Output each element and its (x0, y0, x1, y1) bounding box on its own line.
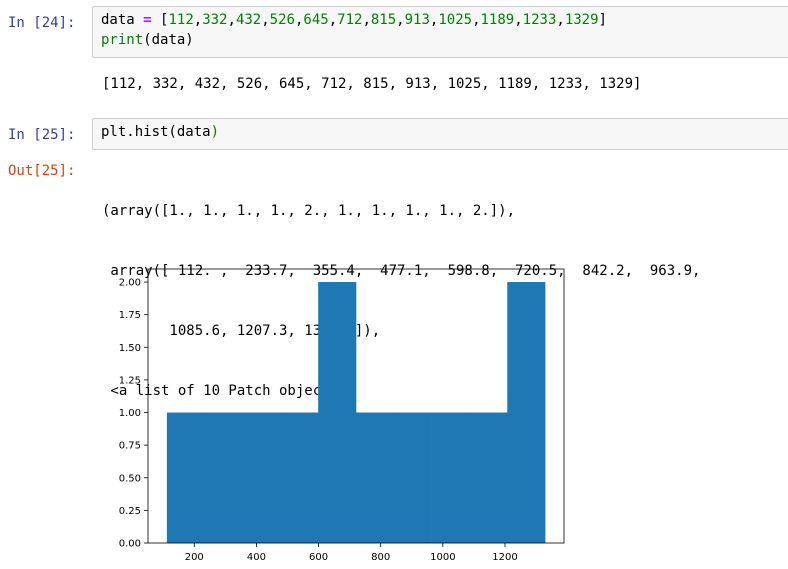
hist-arg: data (176, 124, 211, 140)
list-comma: , (261, 12, 270, 28)
print-args: (data) (143, 32, 194, 48)
list-number: 432 (235, 12, 262, 28)
histogram-bar (469, 412, 508, 543)
list-number: 1329 (564, 12, 599, 28)
histogram-bar (280, 412, 319, 543)
histogram-bar (356, 412, 395, 543)
x-tick-label: 400 (247, 552, 266, 563)
list-number: 712 (337, 12, 363, 28)
input-prompt-24: In [24]: (8, 15, 76, 31)
list-number: 332 (202, 12, 228, 28)
histogram-bar (204, 412, 243, 543)
list-number: 913 (404, 12, 430, 28)
output-prompt-25: Out[25]: (8, 163, 76, 179)
list-number: 1025 (438, 12, 473, 28)
list-values: 112,332,432,526,645,712,815,913,1025,118… (168, 12, 598, 28)
x-tick-label: 1000 (430, 552, 455, 563)
code-cell-24[interactable]: data = [112,332,432,526,645,712,815,913,… (92, 6, 788, 58)
y-tick-label: 1.00 (119, 408, 141, 419)
list-comma: , (556, 12, 565, 28)
x-tick-label: 1200 (492, 552, 517, 563)
list-comma: , (328, 12, 338, 28)
code-cell-25[interactable]: plt.hist(data) (92, 118, 788, 150)
assign-operator: = (143, 12, 152, 28)
input-prompt-25: In [25]: (8, 127, 76, 143)
x-tick-label: 200 (185, 552, 204, 563)
histogram-bar (431, 412, 470, 543)
list-comma: , (396, 12, 405, 28)
y-tick-label: 0.00 (119, 539, 141, 550)
close-bracket: ] (598, 12, 607, 28)
list-number: 1189 (480, 12, 515, 28)
histogram-chart: 0.00 0.25 0.50 0.75 1.00 1.25 1.50 1.75 2.00 200 4… (119, 268, 565, 563)
code-line-hist: plt.hist(data) (101, 122, 783, 142)
output-line: (array([1., 1., 1., 1., 2., 1., 1., 1., … (102, 203, 516, 219)
variable-name: data (101, 12, 135, 28)
list-number: 112 (168, 12, 194, 28)
output-24: [112, 332, 432, 526, 645, 712, 815, 913,… (102, 76, 642, 92)
y-tick-label: 1.50 (119, 343, 141, 354)
list-comma: , (472, 12, 481, 28)
code-line-1: data = [112,332,432,526,645,712,815,913,… (101, 10, 783, 30)
list-comma: , (193, 12, 203, 28)
y-tick-label: 0.50 (119, 473, 141, 484)
y-tick-label: 1.75 (119, 310, 141, 321)
hist-call: plt.hist( (101, 124, 177, 140)
histogram-bar (393, 412, 432, 543)
histogram-bar (507, 282, 546, 543)
histogram-bar (242, 412, 281, 543)
list-number: 645 (303, 12, 329, 28)
y-tick-label: 2.00 (119, 278, 141, 289)
print-function: print (101, 32, 144, 48)
y-tick-label: 0.25 (119, 506, 141, 517)
x-tick-label: 800 (371, 552, 390, 563)
list-comma: , (514, 12, 523, 28)
hist-close: ) (210, 124, 220, 140)
list-number: 1233 (522, 12, 557, 28)
list-comma: , (362, 12, 371, 28)
y-tick-label: 1.25 (119, 375, 141, 386)
histogram-bar (166, 412, 206, 543)
list-number: 526 (269, 12, 295, 28)
list-number: 815 (370, 12, 397, 28)
histogram-bar (318, 282, 357, 543)
y-tick-label: 0.75 (119, 441, 141, 452)
list-comma: , (227, 12, 236, 28)
x-tick-label: 600 (309, 552, 328, 563)
code-line-2: print(data) (101, 30, 783, 50)
